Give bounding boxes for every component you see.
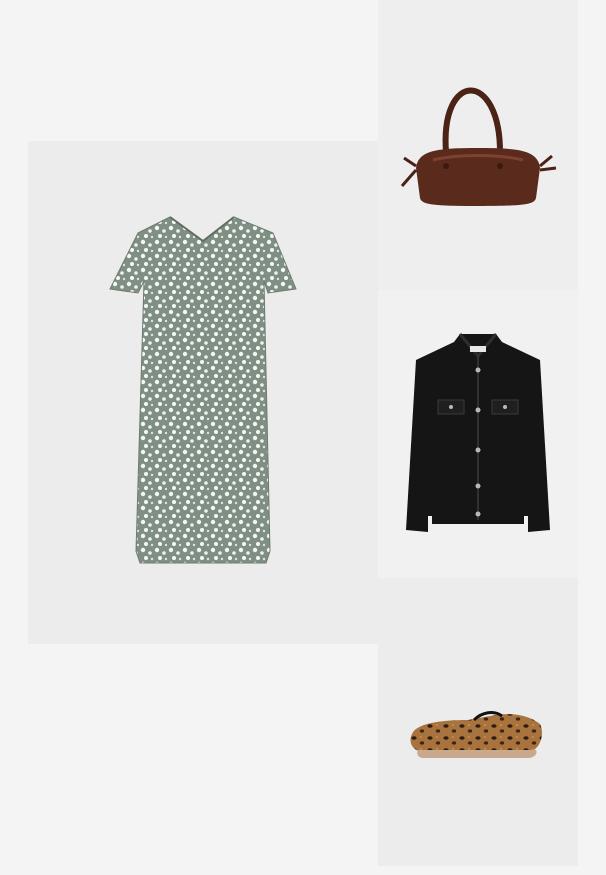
product-tile-shoes[interactable] (378, 578, 578, 866)
leopard-flat-shoes-image (410, 711, 542, 758)
black-denim-jacket-image (406, 333, 550, 532)
brown-leather-bag-image (400, 87, 557, 206)
product-tile-dress[interactable] (28, 141, 378, 644)
product-tile-jacket[interactable] (378, 290, 578, 578)
product-tile-bag[interactable] (378, 0, 578, 290)
floral-dress-image (109, 216, 297, 564)
